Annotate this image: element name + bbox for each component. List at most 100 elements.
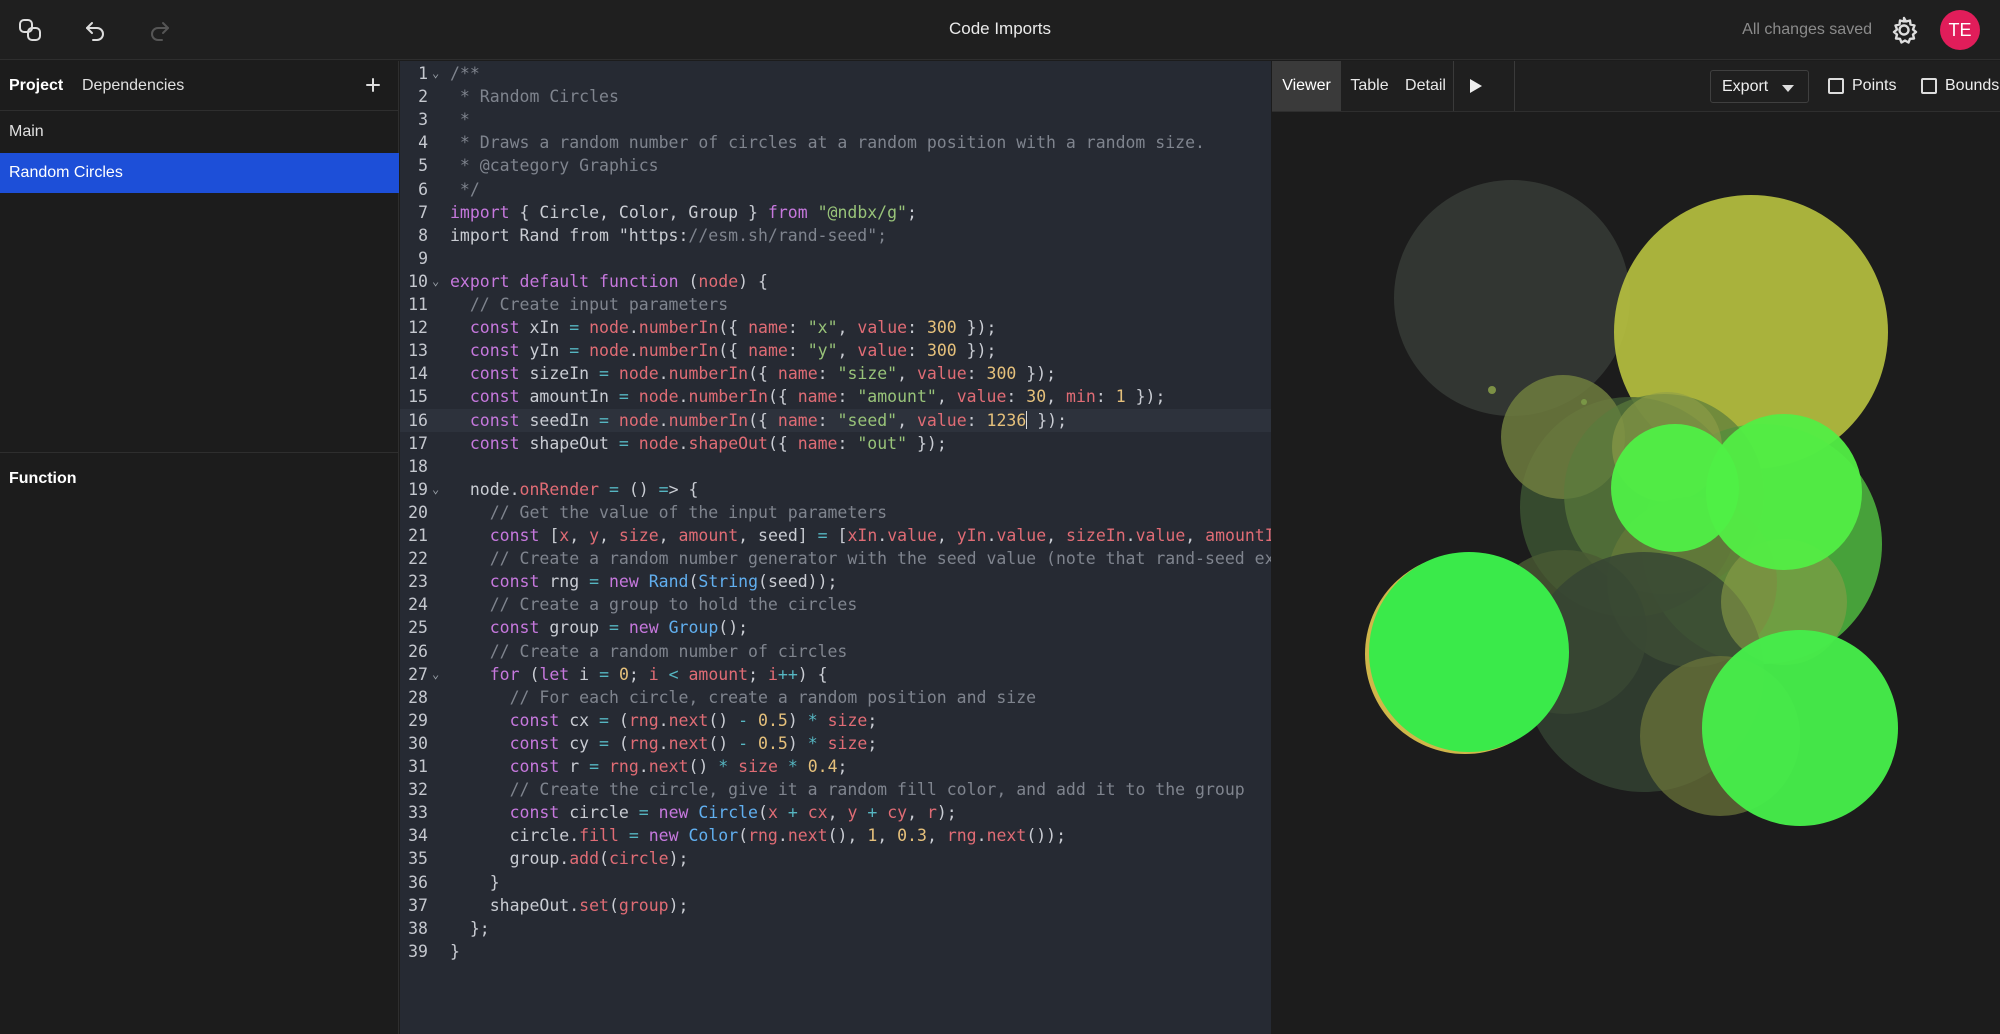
- tab-dependencies[interactable]: Dependencies: [82, 77, 184, 95]
- line-number: 23: [408, 572, 428, 592]
- line-number: 37: [408, 895, 428, 915]
- fold-chevron-icon[interactable]: ⌄: [432, 478, 439, 501]
- code-line[interactable]: 37 shapeOut.set(group);: [400, 894, 1271, 917]
- gear-icon[interactable]: [1888, 14, 1920, 46]
- code-editor[interactable]: 1 ⌄/** 2 * Random Circles 3 * 4 * Draws a ra…: [400, 61, 1271, 1034]
- export-button[interactable]: Export: [1710, 70, 1809, 103]
- code-text: group.add(circle);: [450, 849, 689, 869]
- document-title: Code Imports: [948, 19, 1052, 38]
- tab-table[interactable]: Table: [1341, 61, 1398, 111]
- code-line[interactable]: 13 const yIn = node.numberIn({ name: "y"…: [400, 339, 1271, 362]
- code-line[interactable]: 32 // Create the circle, give it a rando…: [400, 778, 1271, 801]
- line-number: 3: [418, 110, 428, 130]
- code-line[interactable]: 35 group.add(circle);: [400, 847, 1271, 870]
- points-label[interactable]: Points: [1852, 77, 1896, 95]
- tab-project[interactable]: Project: [9, 77, 63, 95]
- app-header: Code Imports All changes saved TE: [0, 0, 2000, 60]
- line-number: 33: [408, 803, 428, 823]
- code-line[interactable]: 38 };: [400, 917, 1271, 940]
- code-line[interactable]: 22 // Create a random number generator w…: [400, 547, 1271, 570]
- render-canvas[interactable]: [1272, 112, 2000, 1034]
- fold-chevron-icon[interactable]: ⌄: [432, 663, 439, 686]
- code-line[interactable]: 23 const rng = new Rand(String(seed));: [400, 570, 1271, 593]
- play-icon[interactable]: [1464, 75, 1486, 97]
- code-line[interactable]: 27 ⌄ for (let i = 0; i < amount; i++) {: [400, 663, 1271, 686]
- code-line[interactable]: 29 const cx = (rng.next() - 0.5) * size;: [400, 709, 1271, 732]
- code-line[interactable]: 36 }: [400, 871, 1271, 894]
- code-line[interactable]: 26 // Create a random number of circles: [400, 640, 1271, 663]
- code-text: import Rand from "https://esm.sh/rand-se…: [450, 225, 888, 245]
- code-line[interactable]: 9: [400, 247, 1271, 270]
- toolbar-separator: [1514, 61, 1515, 111]
- code-line[interactable]: 1 ⌄ /**: [400, 62, 1271, 85]
- points-checkbox[interactable]: [1828, 78, 1844, 94]
- line-number: 25: [408, 618, 428, 638]
- line-number: 19: [408, 479, 428, 499]
- line-number: 26: [408, 641, 428, 661]
- toolbar-separator: [1453, 61, 1454, 111]
- fold-chevron-icon[interactable]: ⌄: [432, 62, 439, 85]
- line-number: 16: [408, 410, 428, 430]
- rendered-circle: [1394, 180, 1630, 416]
- code-text: // Get the value of the input parameters: [489, 502, 888, 522]
- tab-viewer[interactable]: Viewer: [1272, 61, 1341, 111]
- code-line[interactable]: 19 ⌄ node.onRender = () => {: [400, 478, 1271, 501]
- code-line[interactable]: 39}: [400, 940, 1271, 963]
- line-number: 30: [408, 733, 428, 753]
- plus-icon[interactable]: [361, 73, 385, 97]
- code-line[interactable]: 4 * Draws a random number of circles at …: [400, 131, 1271, 154]
- code-text: const seedIn = node.numberIn({ name: "se…: [469, 410, 1068, 430]
- bounds-checkbox[interactable]: [1921, 78, 1937, 94]
- code-line[interactable]: 30 const cy = (rng.next() - 0.5) * size;: [400, 732, 1271, 755]
- line-number: 17: [408, 433, 428, 453]
- code-line[interactable]: 18: [400, 455, 1271, 478]
- code-line[interactable]: 5 * @category Graphics: [400, 154, 1271, 177]
- code-line[interactable]: 11 // Create input parameters: [400, 293, 1271, 316]
- rendered-circle: [1488, 386, 1496, 394]
- code-line[interactable]: 34 circle.fill = new Color(rng.next(), 1…: [400, 824, 1271, 847]
- tab-detail[interactable]: Detail: [1398, 61, 1453, 111]
- code-text: const circle = new Circle(x + cx, y + cy…: [509, 803, 957, 823]
- code-line[interactable]: 7 import { Circle, Color, Group } from "@…: [400, 201, 1271, 224]
- line-number: 38: [408, 918, 428, 938]
- sidebar-divider: [0, 452, 399, 453]
- code-line[interactable]: 15 const amountIn = node.numberIn({ name…: [400, 385, 1271, 408]
- line-number: 11: [408, 295, 428, 314]
- code-line[interactable]: 14 const sizeIn = node.numberIn({ name: …: [400, 362, 1271, 385]
- code-line[interactable]: 20 // Get the value of the input paramet…: [400, 501, 1271, 524]
- avatar[interactable]: TE: [1940, 10, 1980, 50]
- code-text: const sizeIn = node.numberIn({ name: "si…: [469, 364, 1057, 384]
- code-text: export default function (node) {: [450, 271, 768, 291]
- sidebar-item-main[interactable]: Main: [0, 112, 399, 152]
- code-text: }: [450, 872, 500, 892]
- code-text: // Create the circle, give it a random f…: [509, 780, 1245, 800]
- fold-chevron-icon[interactable]: ⌄: [432, 270, 439, 293]
- code-text: // Create a random number generator with…: [489, 549, 1271, 569]
- code-text: * @category Graphics: [450, 156, 659, 176]
- code-text: // Create input parameters: [469, 295, 729, 314]
- code-line[interactable]: 17 const shapeOut = node.shapeOut({ name…: [400, 432, 1271, 455]
- sidebar-item-random-circles[interactable]: Random Circles: [0, 153, 399, 193]
- bounds-label[interactable]: Bounds: [1945, 77, 1999, 95]
- line-number: 12: [408, 318, 428, 338]
- line-number: 35: [408, 849, 428, 869]
- code-line[interactable]: 2 * Random Circles: [400, 85, 1271, 108]
- code-line[interactable]: 31 const r = rng.next() * size * 0.4;: [400, 755, 1271, 778]
- code-line[interactable]: 8 import Rand from "https://esm.sh/rand-s…: [400, 224, 1271, 247]
- code-line[interactable]: 28 // For each circle, create a random p…: [400, 686, 1271, 709]
- code-text: };: [450, 918, 490, 938]
- rendered-circle: [1581, 399, 1587, 405]
- code-line[interactable]: 16 const seedIn = node.numberIn({ name: …: [400, 408, 1271, 432]
- code-line[interactable]: 24 // Create a group to hold the circles: [400, 593, 1271, 616]
- code-text: const r = rng.next() * size * 0.4;: [509, 757, 848, 776]
- code-line[interactable]: 21 const [x, y, size, amount, seed] = [x…: [400, 524, 1271, 547]
- code-line[interactable]: 6 */: [400, 178, 1271, 201]
- code-line[interactable]: 12 const xIn = node.numberIn({ name: "x"…: [400, 316, 1271, 339]
- line-number: 31: [408, 757, 428, 776]
- code-line[interactable]: 33 const circle = new Circle(x + cx, y +…: [400, 801, 1271, 824]
- code-line[interactable]: 10 ⌄ export default function (node) {: [400, 270, 1271, 293]
- line-number: 5: [418, 156, 428, 176]
- code-line[interactable]: 3 *: [400, 108, 1271, 131]
- code-line[interactable]: 25 const group = new Group();: [400, 616, 1271, 639]
- code-text: const xIn = node.numberIn({ name: "x", v…: [469, 318, 997, 338]
